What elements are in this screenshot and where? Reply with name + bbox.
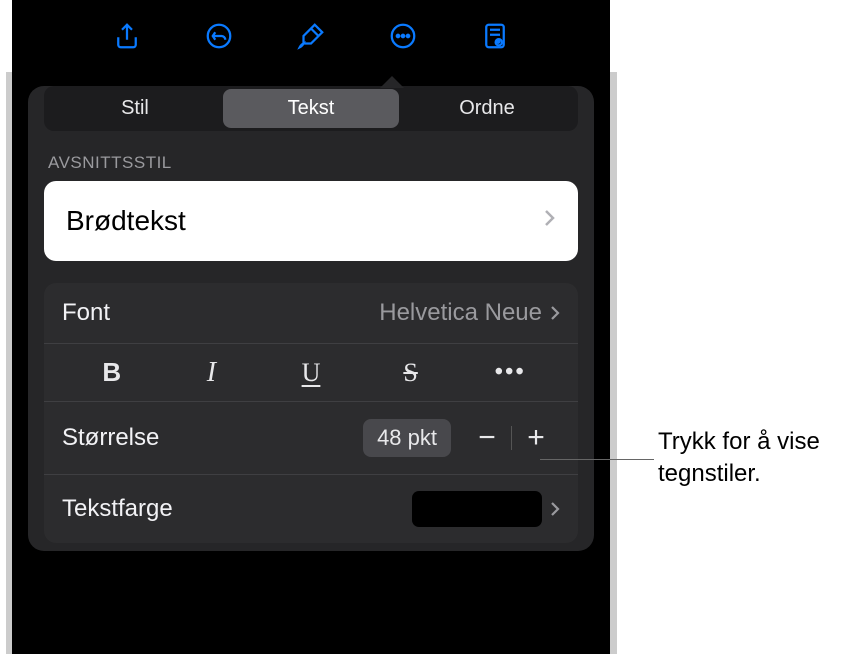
chevron-right-icon xyxy=(544,208,556,234)
tab-style[interactable]: Stil xyxy=(47,89,223,128)
doc-view-icon[interactable] xyxy=(475,16,515,56)
more-circle-icon[interactable] xyxy=(383,16,423,56)
font-value: Helvetica Neue xyxy=(379,299,560,327)
font-label: Font xyxy=(62,299,110,327)
italic-button[interactable]: I xyxy=(190,355,232,391)
strikethrough-button[interactable]: S xyxy=(390,355,432,391)
share-icon[interactable] xyxy=(107,16,147,56)
paragraph-style-row[interactable]: Brødtekst xyxy=(44,181,578,261)
size-decrease-button[interactable]: − xyxy=(463,418,511,458)
size-value[interactable]: 48 pkt xyxy=(363,419,451,457)
top-toolbar xyxy=(12,0,610,72)
callout-leader-line xyxy=(540,459,654,460)
tab-text[interactable]: Tekst xyxy=(223,89,399,128)
tab-bar: Stil Tekst Ordne xyxy=(44,86,578,131)
brush-icon[interactable] xyxy=(291,16,331,56)
format-panel: Stil Tekst Ordne AVSNITTSSTIL Brødtekst … xyxy=(28,86,594,551)
size-row: Størrelse 48 pkt − + xyxy=(44,402,578,475)
text-options-group: Font Helvetica Neue B I U S ••• xyxy=(44,283,578,543)
device-frame: Stil Tekst Ordne AVSNITTSSTIL Brødtekst … xyxy=(12,0,610,654)
text-color-row[interactable]: Tekstfarge xyxy=(44,475,578,543)
tab-arrange[interactable]: Ordne xyxy=(399,89,575,128)
bold-button[interactable]: B xyxy=(91,355,133,391)
underline-button[interactable]: U xyxy=(290,355,332,391)
text-color-value xyxy=(412,491,560,527)
more-styles-button[interactable]: ••• xyxy=(489,355,531,391)
size-increase-button[interactable]: + xyxy=(512,418,560,458)
paragraph-style-value: Brødtekst xyxy=(66,205,186,237)
size-label: Størrelse xyxy=(62,424,159,452)
undo-icon[interactable] xyxy=(199,16,239,56)
size-stepper: − + xyxy=(463,418,560,458)
color-swatch[interactable] xyxy=(412,491,542,527)
font-row[interactable]: Font Helvetica Neue xyxy=(44,283,578,344)
callout-text: Trykk for å vise tegnstiler. xyxy=(658,426,820,491)
paragraph-section-label: AVSNITTSSTIL xyxy=(48,153,574,173)
text-style-row: B I U S ••• xyxy=(44,344,578,402)
text-color-label: Tekstfarge xyxy=(62,495,173,523)
